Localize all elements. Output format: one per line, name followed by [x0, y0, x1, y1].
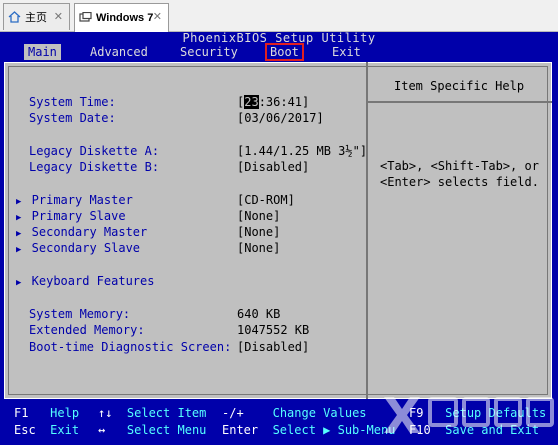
field-diskette-a-value[interactable]: [1.44/1.25 MB 3½"] [237, 143, 367, 159]
submenu-arrow-icon: ▶ [16, 278, 22, 288]
primary-slave-value: [None] [237, 209, 281, 223]
secondary-master-value: [None] [237, 225, 281, 239]
secondary-slave-value: [None] [237, 241, 281, 255]
bios-screen: PhoenixBIOS Setup Utility Main Advanced … [0, 32, 558, 445]
key-f1: F1 Help [14, 406, 80, 420]
field-system-memory: System Memory: [29, 307, 131, 321]
field-system-time[interactable]: System Time: [29, 94, 116, 110]
menu-advanced[interactable]: Advanced [86, 44, 152, 60]
submenu-arrow-icon: ▶ [16, 245, 22, 255]
close-icon[interactable]: ✕ [54, 10, 63, 23]
field-boot-diagnostic[interactable]: Boot-time Diagnostic Screen: [29, 339, 231, 355]
panel-divider [366, 62, 368, 399]
close-icon[interactable]: ✕ [153, 10, 162, 23]
help-title: Item Specific Help [394, 79, 525, 93]
system-memory-value: 640 KB [237, 307, 281, 321]
vm-icon [79, 11, 92, 24]
home-icon [8, 11, 21, 23]
submenu-arrow-icon: ▶ [16, 197, 22, 207]
field-label: System Time: [29, 95, 116, 109]
field-system-time-value[interactable]: [23:36:41] [237, 94, 309, 110]
field-system-date-value[interactable]: [03/06/2017] [237, 110, 324, 126]
tab-windows7-label: Windows 7 [96, 12, 154, 24]
field-extended-memory: Extended Memory: [29, 323, 145, 337]
edit-cursor[interactable]: 23 [244, 95, 259, 109]
submenu-primary-slave[interactable]: ▶ Primary Slave [16, 208, 126, 224]
menu-boot[interactable]: Boot [265, 43, 304, 61]
key-select-menu: ↔ Select Menu [98, 423, 207, 437]
menu-main[interactable]: Main [24, 44, 61, 60]
submenu-primary-master[interactable]: ▶ Primary Master [16, 192, 133, 208]
field-diskette-a[interactable]: Legacy Diskette A: [29, 143, 159, 159]
help-text: <Tab>, <Shift-Tab>, or <Enter> selects f… [380, 159, 539, 189]
menu-exit[interactable]: Exit [328, 44, 365, 60]
field-diskette-b[interactable]: Legacy Diskette B: [29, 159, 159, 175]
menu-security[interactable]: Security [176, 44, 242, 60]
tab-windows7[interactable]: Windows 7 ✕ [74, 3, 169, 32]
bios-menu-bar: Main Advanced Security Boot Exit [0, 43, 558, 61]
extended-memory-value: 1047552 KB [237, 323, 310, 337]
submenu-keyboard-features[interactable]: ▶ Keyboard Features [16, 273, 154, 289]
submenu-arrow-icon: ▶ [16, 229, 22, 239]
submenu-arrow-icon: ▶ [16, 213, 22, 223]
vm-tab-strip: 主页 ✕ Windows 7 ✕ [0, 0, 558, 32]
key-enter: Enter Select ▶ Sub-Menu [222, 423, 396, 437]
help-separator [368, 101, 552, 103]
key-change-values: -/+ Change Values [222, 406, 367, 420]
tab-home-label: 主页 [25, 12, 47, 24]
bios-title: PhoenixBIOS Setup Utility [182, 31, 376, 45]
field-system-date[interactable]: System Date: [29, 110, 116, 126]
field-diskette-b-value[interactable]: [Disabled] [237, 159, 309, 175]
watermark-logo [380, 385, 556, 439]
primary-master-value: [CD-ROM] [237, 193, 295, 207]
submenu-secondary-slave[interactable]: ▶ Secondary Slave [16, 240, 140, 256]
tab-home[interactable]: 主页 ✕ [3, 3, 70, 30]
boot-diagnostic-value[interactable]: [Disabled] [237, 339, 309, 355]
key-esc: Esc Exit [14, 423, 80, 437]
key-select-item: ↑↓ Select Item [98, 406, 207, 420]
submenu-secondary-master[interactable]: ▶ Secondary Master [16, 224, 147, 240]
